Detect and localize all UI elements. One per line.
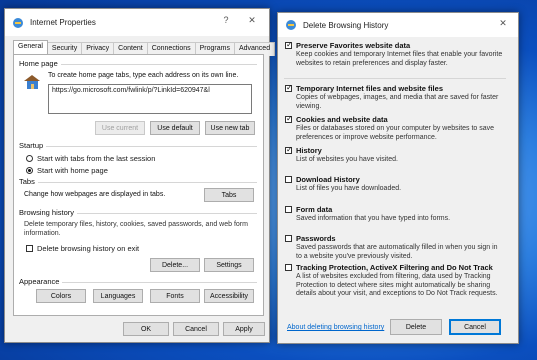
- radio-circle: [26, 155, 33, 162]
- help-button[interactable]: ?: [219, 15, 233, 25]
- accessibility-button[interactable]: Accessibility: [204, 289, 254, 303]
- appearance-label: Appearance: [19, 277, 63, 286]
- browsing-history-label: Browsing history: [19, 208, 78, 217]
- close-icon[interactable]: ✕: [245, 15, 259, 26]
- checkbox-box[interactable]: [285, 40, 293, 49]
- close-icon[interactable]: ✕: [496, 18, 510, 29]
- home-icon: [24, 75, 40, 89]
- delete-option-description: List of websites you have visited.: [296, 156, 398, 163]
- delete-button[interactable]: Delete...: [150, 258, 200, 272]
- delete-option-description: Saved passwords that are automatically f…: [296, 244, 498, 260]
- title-bar: Internet Properties ? ✕: [5, 9, 269, 36]
- internet-options-icon: [286, 20, 296, 30]
- use-new-tab-button[interactable]: Use new tab: [205, 121, 255, 135]
- general-tab-panel: Home page To create home page tabs, type…: [13, 54, 264, 316]
- checkbox-box[interactable]: [285, 176, 292, 183]
- startup-last-session-radio[interactable]: Start with tabs from the last session: [26, 154, 155, 163]
- checkbox-box[interactable]: [285, 114, 293, 123]
- delete-option-description: List of files you have downloaded.: [296, 185, 402, 192]
- checkbox-box[interactable]: [285, 83, 293, 92]
- delete-option-title: Passwords: [296, 234, 336, 243]
- languages-button[interactable]: Languages: [93, 289, 143, 303]
- delete-option-title: Download History: [296, 175, 360, 184]
- tabs-label: Tabs: [19, 177, 38, 186]
- use-current-button[interactable]: Use current: [95, 121, 145, 135]
- checkbox-label: Delete browsing history on exit: [37, 244, 140, 253]
- delete-option-title: Tracking Protection, ActiveX Filtering a…: [296, 263, 493, 272]
- title-bar: Delete Browsing History ✕: [278, 13, 518, 37]
- ok-button[interactable]: OK: [123, 322, 169, 336]
- delete-option-title: Form data: [296, 205, 333, 214]
- tab-strip: General Security Privacy Content Connect…: [13, 40, 276, 56]
- tabs-description: Change how webpages are displayed in tab…: [24, 191, 166, 198]
- radio-label: Start with tabs from the last session: [37, 154, 156, 163]
- delete-option-description: A list of websites excluded from filteri…: [296, 273, 498, 297]
- use-default-button[interactable]: Use default: [150, 121, 200, 135]
- delete-option-description: Keep cookies and temporary Internet file…: [296, 51, 503, 67]
- settings-button[interactable]: Settings: [204, 258, 254, 272]
- checkbox-box: [26, 245, 33, 252]
- internet-properties-window: Internet Properties ? ✕ General Security…: [4, 8, 276, 343]
- checkbox-box[interactable]: [285, 206, 292, 213]
- delete-option-description: Copies of webpages, images, and media th…: [296, 94, 499, 110]
- delete-option-title: History: [296, 146, 322, 155]
- dialog-delete-button[interactable]: Delete: [390, 319, 442, 335]
- divider: [284, 78, 506, 79]
- window-title: Internet Properties: [30, 18, 96, 27]
- checkbox-box[interactable]: [285, 264, 292, 271]
- home-page-url-input[interactable]: https://go.microsoft.com/fwlink/p/?LinkI…: [48, 84, 252, 114]
- browsing-history-description: Delete temporary files, history, cookies…: [24, 221, 248, 237]
- delete-option-description: Files or databases stored on your comput…: [296, 125, 495, 141]
- delete-option-description: Saved information that you have typed in…: [296, 215, 451, 222]
- checkbox-box[interactable]: [285, 145, 293, 154]
- radio-circle-selected: [26, 167, 33, 174]
- delete-option-title: Temporary Internet files and website fil…: [296, 84, 443, 93]
- delete-on-exit-checkbox[interactable]: Delete browsing history on exit: [26, 244, 139, 253]
- apply-button[interactable]: Apply: [223, 322, 265, 336]
- delete-option-title: Preserve Favorites website data: [296, 41, 411, 50]
- divider: [19, 182, 257, 183]
- dialog-title: Delete Browsing History: [303, 20, 389, 30]
- delete-option-title: Cookies and website data: [296, 115, 388, 124]
- divider: [19, 146, 257, 147]
- dialog-cancel-button[interactable]: Cancel: [449, 319, 501, 335]
- internet-options-icon: [13, 17, 23, 28]
- colors-button[interactable]: Colors: [36, 289, 86, 303]
- home-page-label: Home page: [19, 59, 61, 68]
- startup-home-page-radio[interactable]: Start with home page: [26, 166, 108, 175]
- checkbox-box[interactable]: [285, 235, 292, 242]
- tabs-button[interactable]: Tabs: [204, 188, 254, 202]
- home-page-description: To create home page tabs, type each addr…: [48, 72, 239, 79]
- radio-label: Start with home page: [37, 166, 108, 175]
- about-deleting-history-link[interactable]: About deleting browsing history: [287, 324, 384, 331]
- cancel-button[interactable]: Cancel: [173, 322, 219, 336]
- fonts-button[interactable]: Fonts: [150, 289, 200, 303]
- startup-label: Startup: [19, 141, 47, 150]
